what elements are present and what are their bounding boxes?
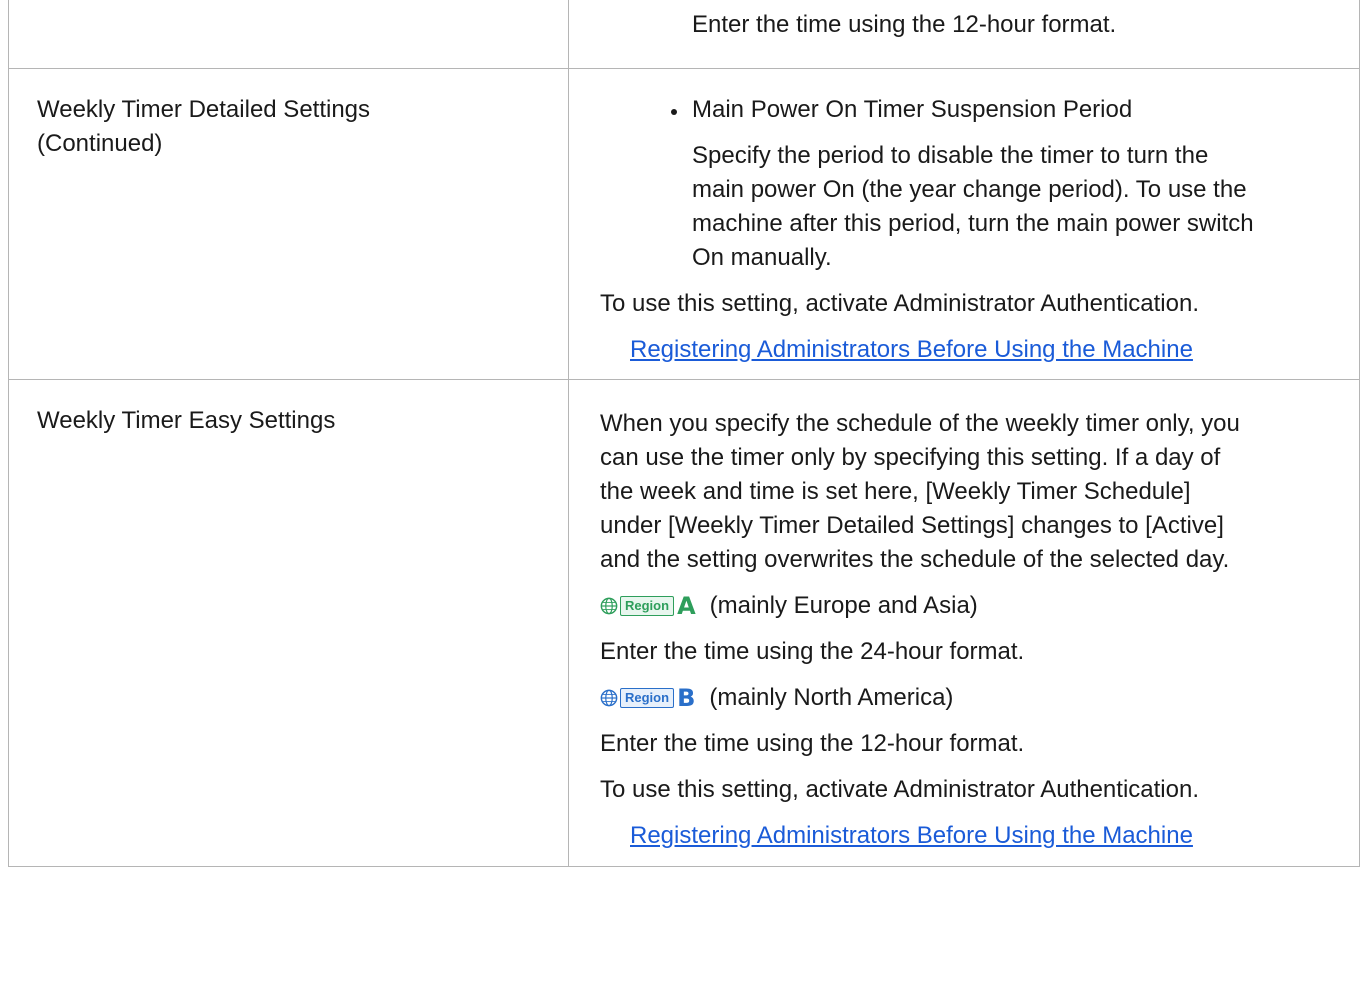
setting-description-cell: Main Power On Timer Suspension Period Sp… — [568, 68, 1360, 380]
setting-description-cell: Enter the time using the 12-hour format. — [568, 0, 1360, 69]
region-b-heading: Region B (mainly North America) — [600, 681, 1329, 715]
registering-administrators-link[interactable]: Registering Administrators Before Using … — [630, 822, 1193, 849]
setting-description-cell: When you specify the schedule of the wee… — [568, 379, 1360, 867]
region-letter: B — [677, 684, 696, 712]
bullet-body-line: On manually. — [692, 244, 832, 271]
bullet-body: Specify the period to disable the timer … — [600, 139, 1329, 275]
settings-table: Enter the time using the 12-hour format.… — [8, 0, 1360, 867]
globe-icon — [600, 597, 618, 615]
link-paragraph: Registering Administrators Before Using … — [600, 819, 1329, 853]
setting-name-cell: Weekly Timer Easy Settings — [8, 379, 569, 867]
setting-name: Weekly Timer Detailed Settings — [37, 96, 371, 123]
region-tag: Region — [620, 596, 675, 616]
table-row: Weekly Timer Easy Settings When you spec… — [8, 379, 1360, 867]
registering-administrators-link[interactable]: Registering Administrators Before Using … — [630, 336, 1193, 363]
intro-line: can use the timer only by specifying thi… — [600, 444, 1221, 471]
table-row: Weekly Timer Detailed Settings (Continue… — [8, 68, 1360, 380]
link-paragraph: Registering Administrators Before Using … — [600, 333, 1329, 367]
setting-name: Weekly Timer Easy Settings — [37, 407, 336, 434]
intro-line: and the setting overwrites the schedule … — [600, 546, 1230, 573]
intro-line: the week and time is set here, [Weekly T… — [600, 478, 1191, 505]
region-a-caption: (mainly Europe and Asia) — [709, 592, 978, 619]
bullet-title: Main Power On Timer Suspension Period — [692, 96, 1133, 123]
region-a-badge: Region A — [600, 592, 696, 620]
bullet-dot — [671, 109, 677, 115]
setting-name-continued: (Continued) — [37, 130, 163, 157]
region-a-text: Enter the time using the 24-hour format. — [600, 638, 1025, 665]
bullet-item: Main Power On Timer Suspension Period — [600, 93, 1329, 127]
setting-name-cell — [8, 0, 569, 69]
intro-line: When you specify the schedule of the wee… — [600, 410, 1240, 437]
region-b-caption: (mainly North America) — [709, 684, 954, 711]
admin-note: To use this setting, activate Administra… — [600, 290, 1199, 317]
admin-note: To use this setting, activate Administra… — [600, 776, 1199, 803]
region-tag: Region — [620, 688, 675, 708]
bullet-body-line: Specify the period to disable the timer … — [692, 142, 1209, 169]
region-a-heading: Region A (mainly Europe and Asia) — [600, 589, 1329, 623]
bullet-body-line: main power On (the year change period). … — [692, 176, 1247, 203]
region-letter: A — [677, 592, 696, 620]
setting-name-cell: Weekly Timer Detailed Settings (Continue… — [8, 68, 569, 380]
table-row: Enter the time using the 12-hour format. — [8, 0, 1360, 69]
time-format-note: Enter the time using the 12-hour format. — [692, 11, 1117, 38]
settings-page: Enter the time using the 12-hour format.… — [8, 0, 1360, 867]
region-b-text: Enter the time using the 12-hour format. — [600, 730, 1025, 757]
region-b-badge: Region B — [600, 684, 696, 712]
bullet-body-line: machine after this period, turn the main… — [692, 210, 1254, 237]
intro-line: under [Weekly Timer Detailed Settings] c… — [600, 512, 1224, 539]
intro-paragraph: When you specify the schedule of the wee… — [600, 407, 1329, 577]
globe-icon — [600, 689, 618, 707]
